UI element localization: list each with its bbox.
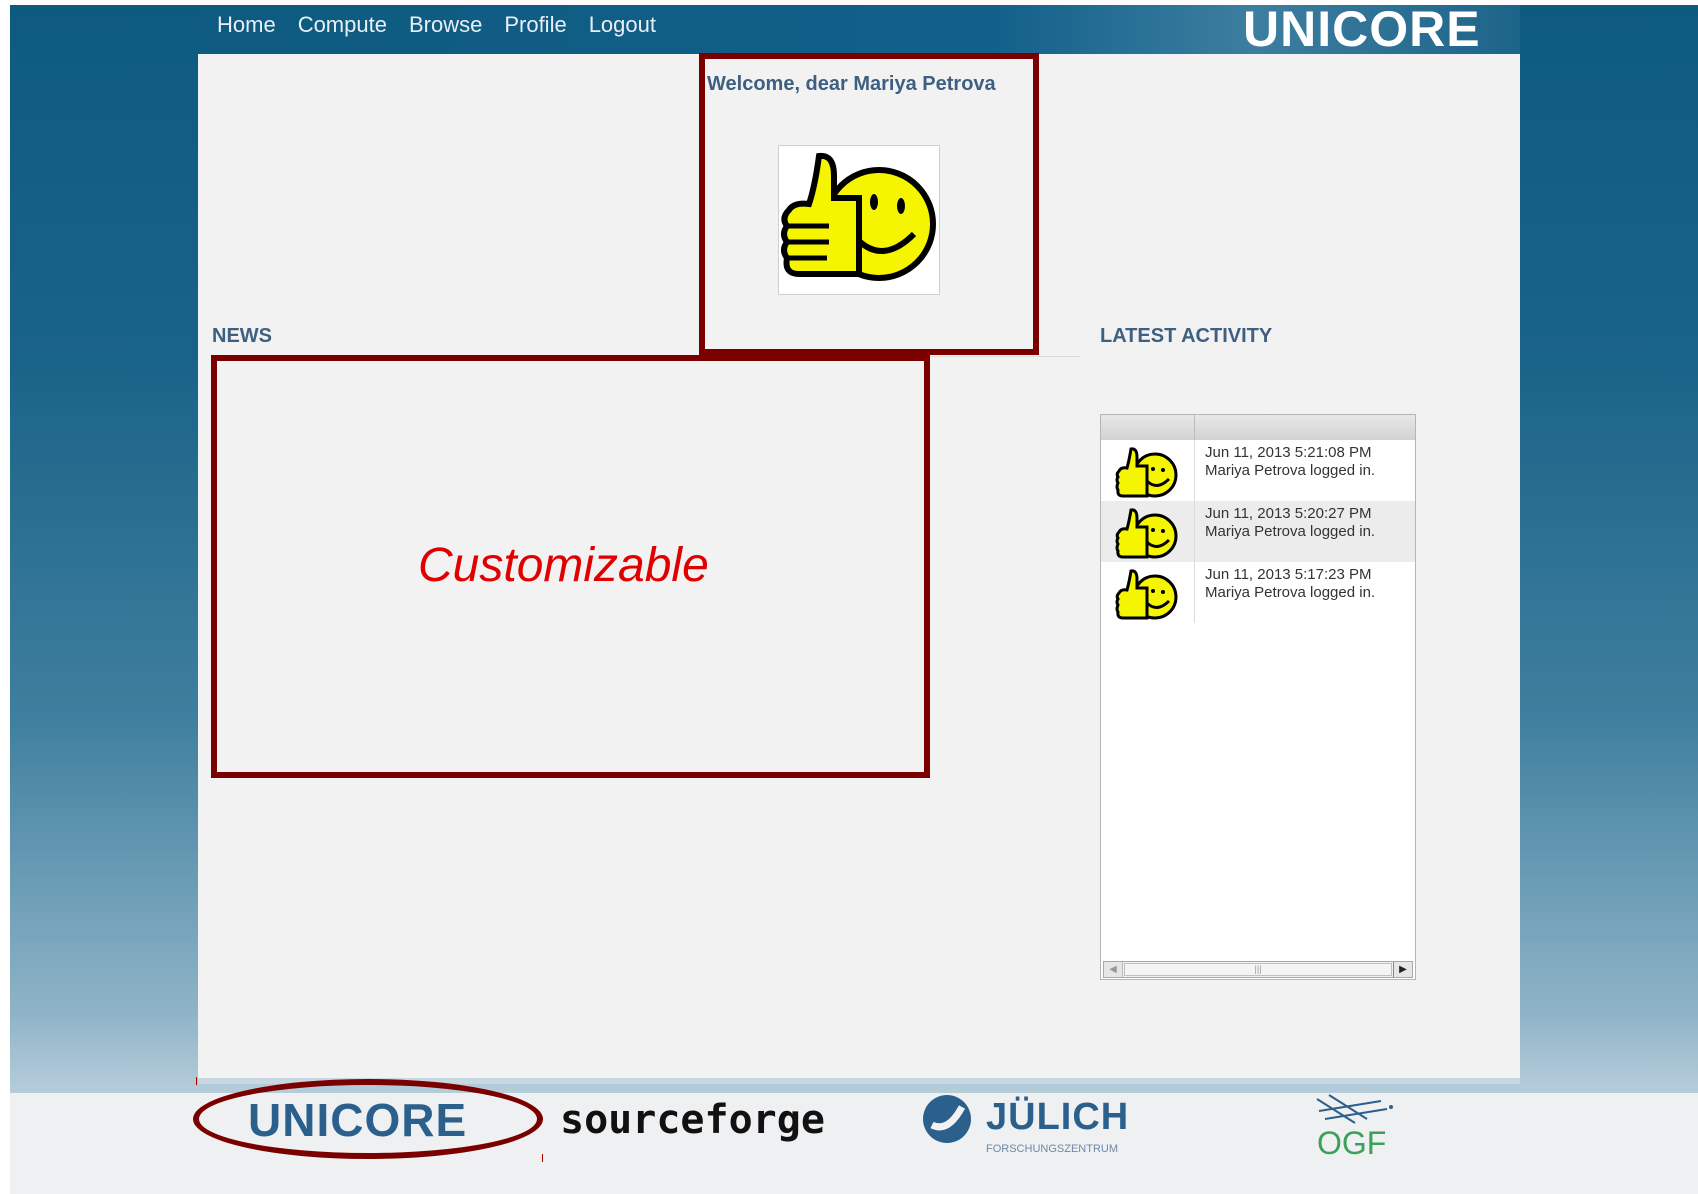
main-nav: Home Compute Browse Profile Logout: [217, 12, 678, 38]
footer-tick: [196, 1077, 197, 1085]
nav-compute[interactable]: Compute: [298, 12, 387, 38]
juelich-logo-icon: [923, 1095, 971, 1143]
activity-message: Mariya Petrova logged in.: [1205, 523, 1376, 540]
thumbs-up-smiley-icon: [1115, 569, 1178, 620]
activity-message: Mariya Petrova logged in.: [1205, 584, 1376, 601]
news-placeholder-text: Customizable: [418, 539, 709, 592]
activity-timestamp: Jun 11, 2013 5:17:23 PM: [1205, 566, 1372, 583]
thumbs-up-smiley-icon: [1115, 447, 1178, 498]
activity-table[interactable]: Jun 11, 2013 5:21:08 PM Mariya Petrova lo…: [1100, 414, 1416, 980]
scroll-right-arrow-icon[interactable]: ▶: [1393, 962, 1412, 977]
scroll-thumb[interactable]: |||: [1124, 963, 1392, 976]
table-row[interactable]: Jun 11, 2013 5:17:23 PM Mariya Petrova lo…: [1101, 562, 1415, 623]
activity-timestamp: Jun 11, 2013 5:21:08 PM: [1205, 444, 1372, 461]
thumbs-up-smiley-icon: [781, 152, 936, 281]
thumbs-up-smiley-icon: [1115, 508, 1178, 559]
footer-tick: [542, 1154, 543, 1162]
footer-unicore-logo[interactable]: UNICORE: [248, 1093, 467, 1147]
table-row[interactable]: Jun 11, 2013 5:21:08 PM Mariya Petrova lo…: [1101, 440, 1415, 501]
table-row[interactable]: Jun 11, 2013 5:20:27 PM Mariya Petrova lo…: [1101, 501, 1415, 562]
horizontal-scrollbar[interactable]: ◀ ||| ▶: [1103, 961, 1413, 978]
scroll-left-arrow-icon[interactable]: ◀: [1104, 962, 1123, 977]
nav-browse[interactable]: Browse: [409, 12, 482, 38]
nav-home[interactable]: Home: [217, 12, 276, 38]
footer-juelich-subtitle: FORSCHUNGSZENTRUM: [986, 1143, 1118, 1155]
footer-ogf-logo[interactable]: OGF: [1317, 1125, 1386, 1162]
activity-message: Mariya Petrova logged in.: [1205, 462, 1376, 479]
section-divider: [930, 356, 1080, 357]
avatar: [778, 145, 940, 295]
nav-profile[interactable]: Profile: [504, 12, 566, 38]
activity-title: LATEST ACTIVITY: [1100, 325, 1273, 347]
nav-logout[interactable]: Logout: [589, 12, 656, 38]
news-title: NEWS: [212, 325, 272, 347]
welcome-text: Welcome, dear Mariya Petrova: [707, 73, 996, 95]
activity-timestamp: Jun 11, 2013 5:20:27 PM: [1205, 505, 1372, 522]
header-logo: UNICORE: [1243, 1, 1481, 57]
footer-juelich-logo[interactable]: JÜLICH: [986, 1096, 1129, 1139]
ogf-grid-icon: [1316, 1094, 1393, 1124]
table-header: [1101, 415, 1415, 441]
footer-sourceforge-logo[interactable]: sourceforge: [560, 1097, 825, 1143]
